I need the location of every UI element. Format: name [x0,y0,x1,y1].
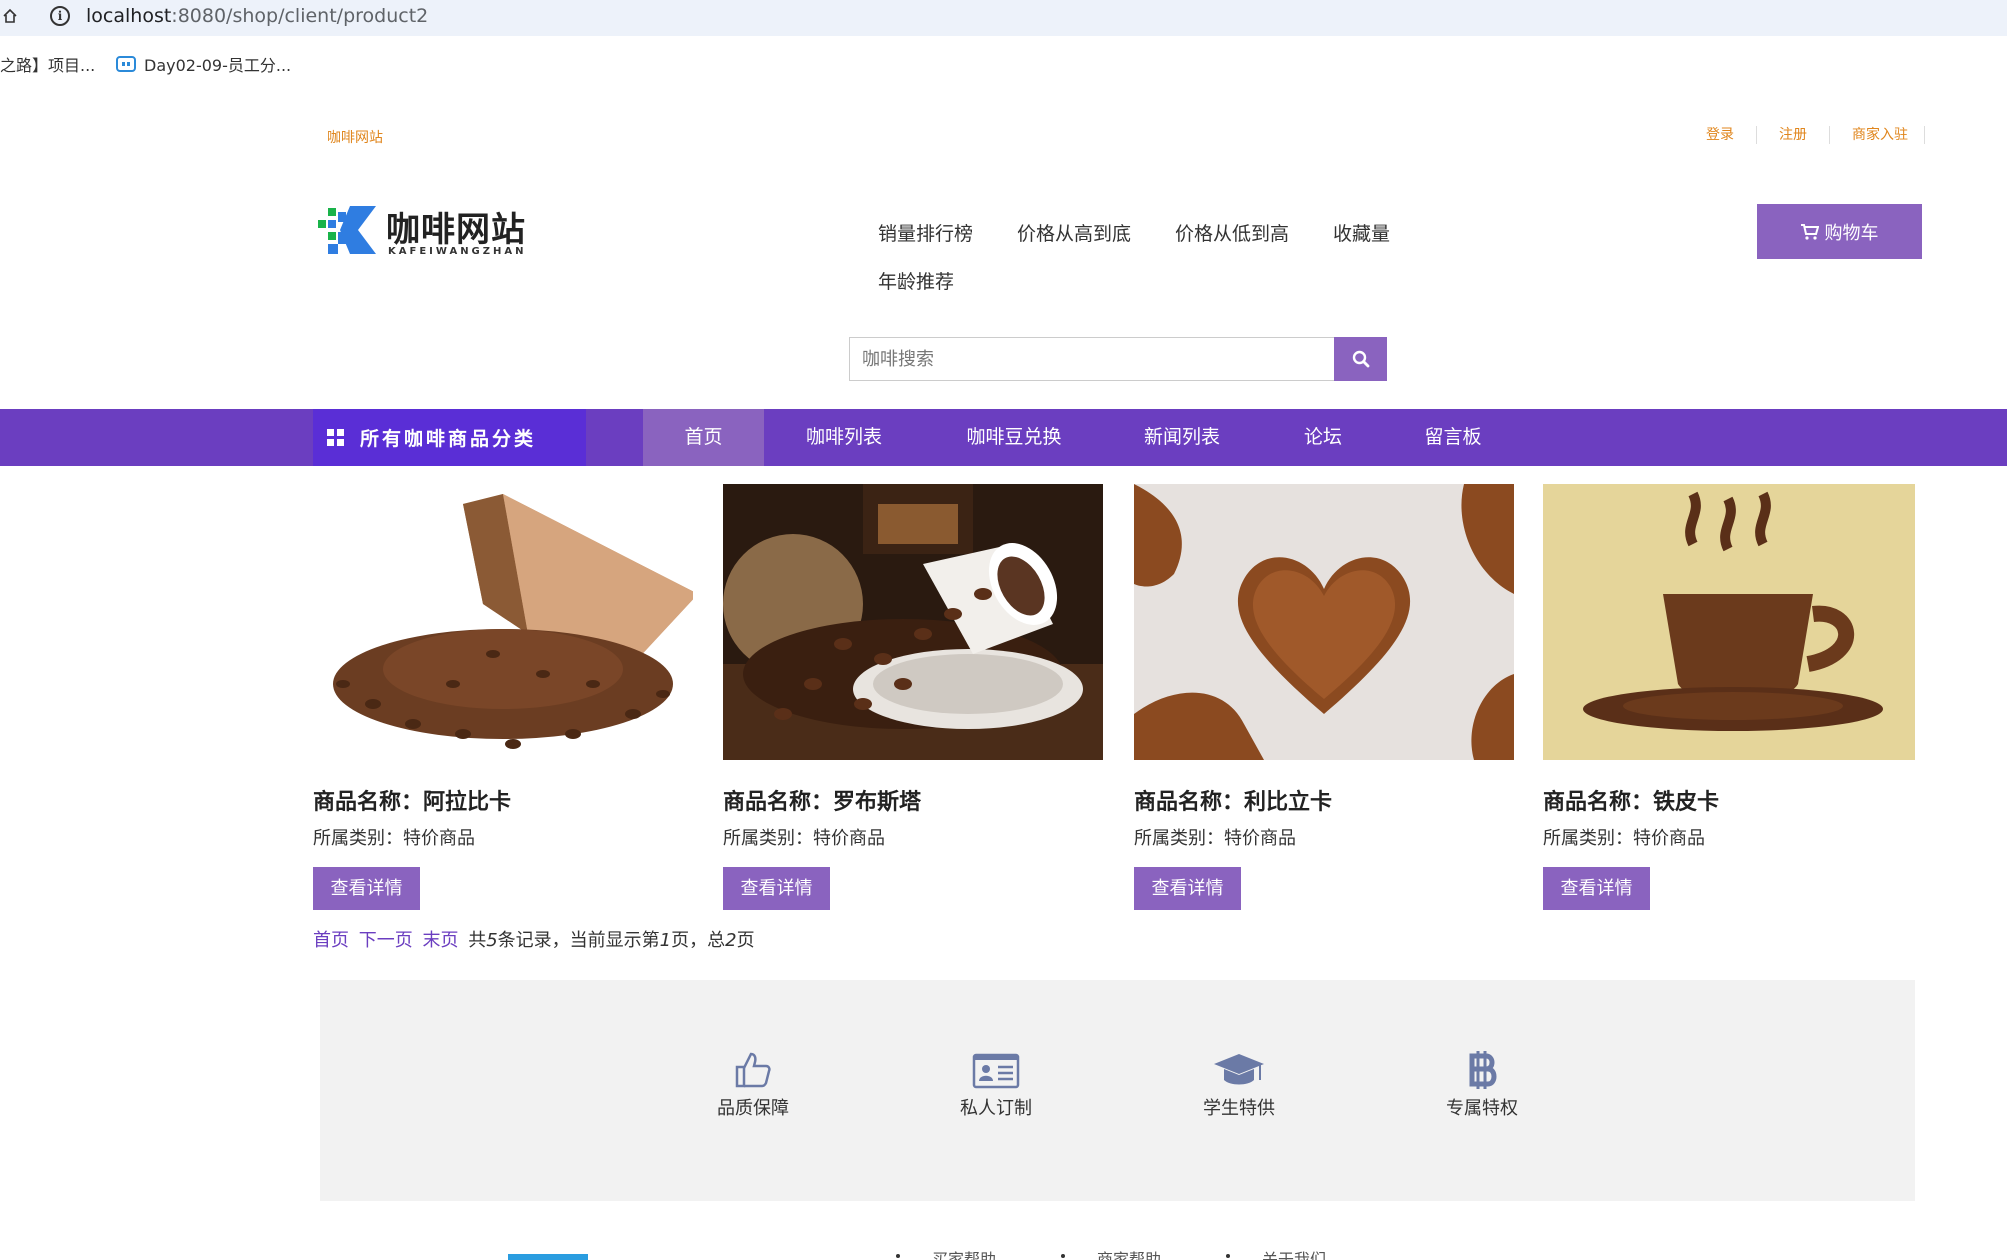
all-categories-button[interactable]: 所有咖啡商品分类 [313,409,586,466]
id-card-icon [972,1053,1020,1089]
feature-label: 私人订制 [960,1098,1032,1119]
bitcoin-icon [1469,1051,1497,1089]
product-card: 商品名称：铁皮卡 所属类别：特价商品 查看详情 [1543,484,1923,910]
product-image[interactable] [1543,484,1923,760]
merchant-join-link[interactable]: 商家入驻 [1830,126,1925,144]
thumbs-up-icon [735,1052,771,1088]
cart-button[interactable]: 购物车 [1757,204,1922,259]
search-icon [1352,350,1369,368]
footer: 买家帮助 商家帮助 关于我们 [0,1238,2007,1260]
product-image[interactable] [723,484,1103,760]
footer-logo [508,1254,588,1260]
sort-age-link[interactable]: 年龄推荐 [878,266,954,314]
register-link[interactable]: 注册 [1757,126,1830,144]
product-card: 商品名称：利比立卡 所属类别：特价商品 查看详情 [1134,484,1514,910]
product-card: 商品名称：罗布斯塔 所属类别：特价商品 查看详情 [723,484,1103,910]
features-section: 品质保障 私人订制 学生特供 专属特权 [320,980,1915,1201]
footer-dot [1226,1254,1230,1258]
feature-label: 学生特供 [1203,1098,1275,1119]
feature-privilege: 专属特权 [1412,1050,1552,1120]
home-icon[interactable] [2,8,18,24]
feature-label: 品质保障 [717,1098,789,1119]
nav-message-board[interactable]: 留言板 [1413,409,1493,466]
search-button[interactable] [1334,337,1387,381]
total-records: 5 [486,930,498,951]
logo-mark-icon [318,206,376,254]
product-category: 所属类别：特价商品 [313,828,475,849]
footer-dot [1061,1254,1065,1258]
url-host: localhost [86,5,172,27]
records-suffix: 条记录，当前显示第 [497,930,660,951]
product-category: 所属类别：特价商品 [1134,828,1296,849]
product-name[interactable]: 商品名称：利比立卡 [1134,784,1332,816]
page-first-link[interactable]: 首页 [313,930,349,951]
bookmark-label: Day02-09-员工分... [144,56,292,75]
bookmark-item[interactable]: 之路】项目... [0,52,95,76]
site-logo[interactable]: 咖啡网站 KAFEIWANGZHAN [316,200,526,260]
product-image[interactable] [313,484,693,760]
product-name[interactable]: 商品名称：罗布斯塔 [723,784,921,816]
product-category: 所属类别：特价商品 [1543,828,1705,849]
nav-forum[interactable]: 论坛 [1283,409,1363,466]
product-name[interactable]: 商品名称：铁皮卡 [1543,784,1719,816]
footer-dot [896,1254,900,1258]
browser-address-bar: i localhost:8080/shop/client/product2 [0,0,2007,36]
records-prefix: 共 [468,930,487,951]
logo-text: 咖啡网站 [386,210,526,250]
main-nav: 所有咖啡商品分类 首页 咖啡列表 咖啡豆兑换 新闻列表 论坛 留言板 [0,409,2007,466]
coffee-bean-cup-image [1543,484,1915,760]
sort-price-desc-link[interactable]: 价格从高到底 [1017,218,1131,266]
footer-link-about-us[interactable]: 关于我们 [1262,1246,1326,1260]
page-last-link[interactable]: 末页 [422,930,458,951]
feature-student: 学生特供 [1169,1050,1309,1120]
product-card: 商品名称：阿拉比卡 所属类别：特价商品 查看详情 [313,484,693,910]
view-details-button[interactable]: 查看详情 [1134,867,1241,910]
view-details-button[interactable]: 查看详情 [723,867,830,910]
bilibili-icon [116,56,136,72]
url-field[interactable]: localhost:8080/shop/client/product2 [86,5,428,27]
logo-subtext: KAFEIWANGZHAN [388,246,527,257]
sort-price-asc-link[interactable]: 价格从低到高 [1175,218,1289,266]
product-category: 所属类别：特价商品 [723,828,885,849]
sort-sales-link[interactable]: 销量排行榜 [878,218,973,266]
graduation-cap-icon [1214,1054,1264,1085]
top-links: 登录 注册 商家入驻 [1684,126,1925,144]
feature-custom: 私人订制 [926,1050,1066,1120]
all-categories-label: 所有咖啡商品分类 [360,428,537,450]
url-path: :8080/shop/client/product2 [171,5,429,27]
sort-favorites-link[interactable]: 收藏量 [1333,218,1390,266]
feature-quality: 品质保障 [683,1050,823,1120]
bookmarks-bar: 之路】项目... Day02-09-员工分... [0,36,2007,86]
coffee-heart-image [1134,484,1514,760]
site-name-link[interactable]: 咖啡网站 [327,127,383,147]
login-link[interactable]: 登录 [1684,126,1757,144]
view-details-button[interactable]: 查看详情 [313,867,420,910]
product-name[interactable]: 商品名称：阿拉比卡 [313,784,511,816]
coffee-bag-image [313,484,693,760]
nav-coffee-list[interactable]: 咖啡列表 [784,409,904,466]
site-info-icon[interactable]: i [50,6,70,26]
view-details-button[interactable]: 查看详情 [1543,867,1650,910]
shopping-cart-icon [1800,223,1819,240]
pagination: 首页 下一页 末页 共5条记录，当前显示第1页，总2页 [313,926,755,952]
sort-links: 销量排行榜 价格从高到底 价格从低到高 收藏量 年龄推荐 [856,218,1416,314]
current-page: 1 [659,930,672,951]
total-pages: 2 [725,930,737,951]
search-input[interactable] [849,337,1335,381]
product-image[interactable] [1134,484,1514,760]
page-next-link[interactable]: 下一页 [359,930,413,951]
pages-suffix: 页 [736,930,755,951]
footer-link-merchant-help[interactable]: 商家帮助 [1097,1246,1161,1260]
coffee-cup-image [723,484,1103,760]
nav-home[interactable]: 首页 [643,409,764,466]
cart-label: 购物车 [1824,222,1879,244]
feature-label: 专属特权 [1446,1098,1518,1119]
grid-icon [327,429,344,446]
bookmark-item[interactable]: Day02-09-员工分... [116,52,291,76]
nav-bean-exchange[interactable]: 咖啡豆兑换 [944,409,1084,466]
current-suffix: 页，总 [671,930,726,951]
nav-news-list[interactable]: 新闻列表 [1122,409,1242,466]
footer-link-buyer-help[interactable]: 买家帮助 [932,1246,996,1260]
